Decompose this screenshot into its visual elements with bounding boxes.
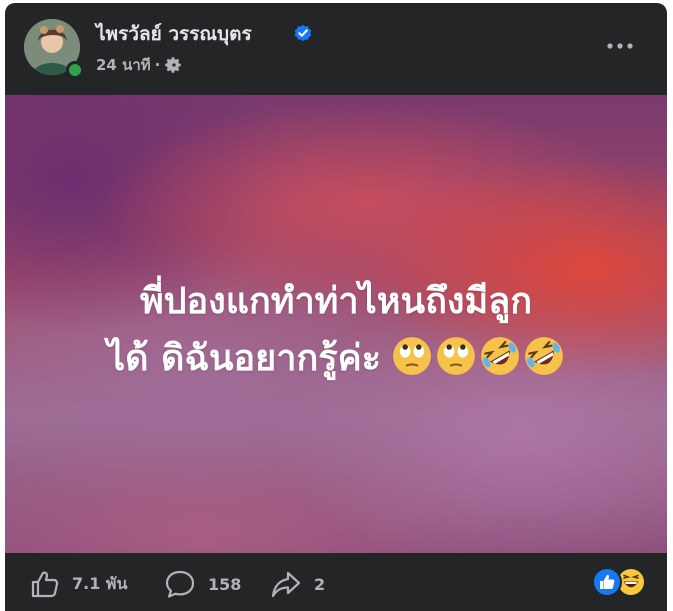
rolling-eyes-emoji-icon xyxy=(393,337,431,375)
ellipsis-icon xyxy=(607,43,633,49)
comment-count: 158 xyxy=(208,574,242,594)
like-button[interactable]: 7.1 พัน xyxy=(30,569,127,599)
meta-separator: · xyxy=(154,56,161,74)
post-text-line-2: ได้ ดิฉันอยากรู้ค่ะ xyxy=(106,338,381,379)
post-background[interactable]: พี่ปองแกทำท่าไหนถึงมีลูก ได้ ดิฉันอยากรู… xyxy=(5,95,667,553)
rolling-eyes-emoji-icon xyxy=(437,337,475,375)
post-text-line-1: พี่ปองแกทำท่าไหนถึงมีลูก xyxy=(139,281,533,322)
comment-icon xyxy=(165,570,195,598)
like-count: 7.1 พัน xyxy=(72,573,128,593)
post-text-line-2-wrap: ได้ ดิฉันอยากรู้ค่ะ xyxy=(5,330,667,387)
post-time[interactable]: 24 นาที xyxy=(96,53,151,77)
share-count: 2 xyxy=(314,574,326,594)
post-actions-bar: 7.1 พัน 158 2 xyxy=(5,553,667,611)
post-text: พี่ปองแกทำท่าไหนถึงมีลูก ได้ ดิฉันอยากรู… xyxy=(5,273,667,387)
comment-button[interactable]: 158 xyxy=(164,569,241,599)
online-status-dot xyxy=(66,61,84,79)
verified-badge-icon xyxy=(294,24,312,42)
post-meta: 24 นาที · xyxy=(96,53,183,77)
share-icon xyxy=(271,571,301,598)
rolling-laughing-emoji-icon xyxy=(481,337,519,375)
more-options-button[interactable] xyxy=(605,32,635,60)
post-header: ไพรวัลย์ วรรณบุตร 24 นาที · xyxy=(5,3,667,95)
reaction-summary[interactable] xyxy=(592,567,650,597)
share-button[interactable]: 2 xyxy=(270,569,325,599)
post-card: ไพรวัลย์ วรรณบุตร 24 นาที · พี่ปองแกทำท่… xyxy=(5,3,667,611)
emoji-row xyxy=(391,335,565,377)
thumbs-up-icon xyxy=(31,571,59,598)
like-reaction-icon xyxy=(592,567,622,597)
author-name[interactable]: ไพรวัลย์ วรรณบุตร xyxy=(96,19,252,49)
rolling-laughing-emoji-icon xyxy=(525,337,563,375)
gear-icon[interactable] xyxy=(165,56,183,74)
